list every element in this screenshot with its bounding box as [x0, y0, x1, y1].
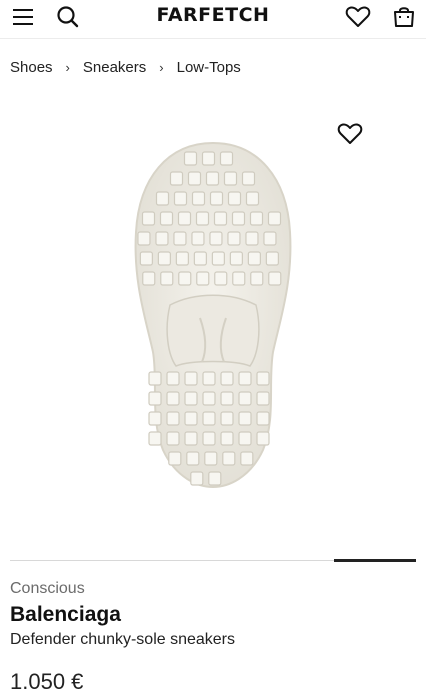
sole-lug [173, 191, 188, 206]
sole-lug [231, 211, 246, 226]
breadcrumb-low-tops[interactable]: Low-Tops [177, 59, 241, 76]
carousel-progress-indicator [334, 559, 416, 562]
sole-lug [213, 211, 228, 226]
sole-lug [209, 191, 224, 206]
sole-lug [142, 271, 156, 286]
sole-lug [240, 451, 254, 466]
sole-lug [220, 391, 234, 406]
sole-lug [222, 451, 236, 466]
sole-lug [223, 171, 238, 186]
sole-lug [202, 411, 216, 426]
breadcrumb: Shoes › Sneakers › Low-Tops [10, 57, 241, 77]
sole-lug [263, 231, 277, 246]
sole-lug [160, 271, 174, 286]
sole-lug [184, 431, 198, 446]
sole-lug [155, 231, 169, 246]
sole-lug [155, 191, 170, 206]
product-price: 1.050 € [10, 669, 84, 694]
product-name: Defender chunky-sole sneakers [10, 631, 236, 648]
sole-lug [184, 371, 198, 386]
sole-lug [166, 411, 180, 426]
sole-lug [256, 391, 270, 406]
sole-lug [157, 251, 171, 266]
sole-lug [267, 211, 282, 226]
sole-lug [187, 171, 202, 186]
sole-lug [238, 371, 252, 386]
sole-lug [249, 211, 264, 226]
sole-lug [201, 151, 216, 166]
product-image [134, 141, 292, 489]
sole-lug [175, 251, 189, 266]
sole-lug [166, 431, 180, 446]
sole-lug [238, 431, 252, 446]
breadcrumb-separator: › [65, 59, 70, 75]
sole-lug [250, 271, 264, 286]
sole-lug [183, 151, 198, 166]
top-navigation-bar: FARFETCH [0, 0, 426, 39]
sole-lug [190, 471, 204, 486]
sole-lug [227, 191, 242, 206]
sole-lug [204, 451, 218, 466]
sole-lug [166, 371, 180, 386]
sole-lug [211, 251, 225, 266]
sole-lug [256, 431, 270, 446]
conscious-tag: Conscious [10, 580, 85, 597]
shopping-bag-icon[interactable] [392, 4, 416, 28]
sole-lug [232, 271, 246, 286]
sole-lug [178, 271, 192, 286]
sole-lug [208, 471, 222, 486]
sole-lug [159, 211, 174, 226]
sole-lug [220, 411, 234, 426]
sole-lug [209, 231, 223, 246]
sole-lug [166, 391, 180, 406]
sole-lug [148, 431, 162, 446]
sole-lug [238, 391, 252, 406]
sole-lug [184, 411, 198, 426]
sole-lug [229, 251, 243, 266]
sole-lug [219, 151, 234, 166]
sole-lug [139, 251, 153, 266]
sole-lug [196, 271, 210, 286]
breadcrumb-sneakers[interactable]: Sneakers [83, 59, 146, 76]
sole-lug [137, 231, 151, 246]
sole-lug [214, 271, 228, 286]
heart-icon[interactable] [345, 6, 371, 28]
sole-lug [245, 191, 260, 206]
sole-lug [186, 451, 200, 466]
sole-lug [256, 411, 270, 426]
sole-lug [191, 191, 206, 206]
sole-lug [169, 171, 184, 186]
sole-lug [193, 251, 207, 266]
sole-lug [227, 231, 241, 246]
sole-lug [241, 171, 256, 186]
sole-lug [247, 251, 261, 266]
sole-lug [202, 391, 216, 406]
sole-lug [238, 411, 252, 426]
breadcrumb-separator: › [159, 59, 164, 75]
sole-lug [256, 371, 270, 386]
product-image-gallery[interactable] [0, 100, 426, 552]
sole-lug [173, 231, 187, 246]
add-to-wishlist-heart-icon[interactable] [337, 121, 363, 147]
sole-lug [268, 271, 282, 286]
sole-lug [195, 211, 210, 226]
breadcrumb-shoes[interactable]: Shoes [10, 59, 53, 76]
sole-lug [220, 431, 234, 446]
sole-lug [220, 371, 234, 386]
sole-lug [184, 391, 198, 406]
sole-lug [265, 251, 279, 266]
sole-lug [177, 211, 192, 226]
sole-lug [205, 171, 220, 186]
sole-lug [168, 451, 182, 466]
sole-lug [202, 431, 216, 446]
brand-name[interactable]: Balenciaga [10, 603, 121, 627]
sole-lug [141, 211, 156, 226]
sole-lug [202, 371, 216, 386]
sole-lug [191, 231, 205, 246]
sole-lug [148, 391, 162, 406]
sole-lug [148, 411, 162, 426]
sole-lug [148, 371, 162, 386]
sole-lug [245, 231, 259, 246]
